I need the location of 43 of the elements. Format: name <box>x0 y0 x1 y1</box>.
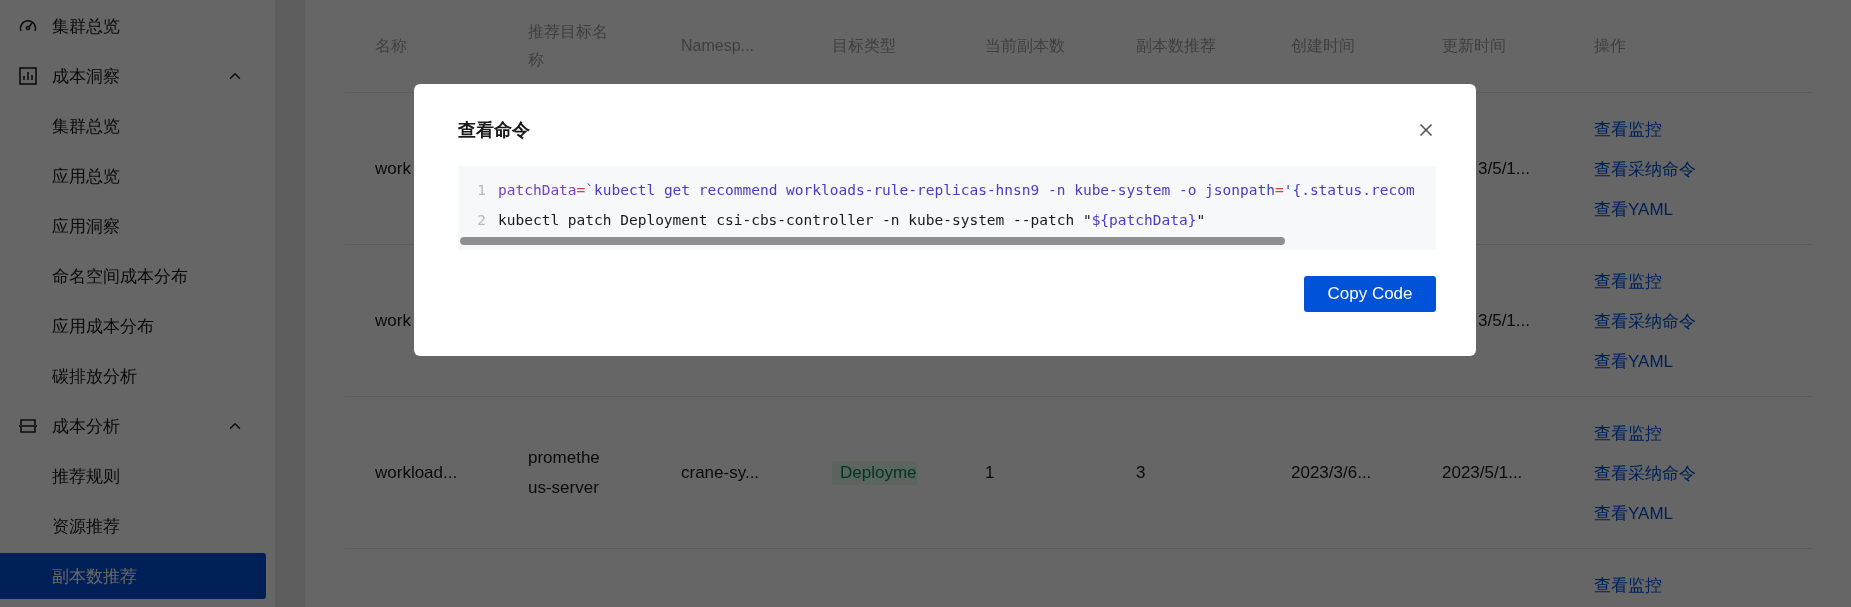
table-cell-text: 2023/3/6... <box>1291 461 1372 484</box>
table-cell-text: 3 <box>1136 461 1146 484</box>
line-number: 1 <box>476 182 487 198</box>
action-link[interactable]: 查看采纳命令 <box>1594 307 1696 336</box>
type-tag: Deployme <box>832 460 917 485</box>
table-cell-text: 2023/5/1... <box>1442 461 1523 484</box>
action-link[interactable]: 查看监控 <box>1594 419 1662 448</box>
sidebar-item[interactable]: 资源推荐 <box>0 503 266 549</box>
table-cell-text: prometheus-server <box>528 446 601 499</box>
scrollbar-thumb[interactable] <box>460 237 1285 245</box>
line-number: 2 <box>476 212 487 228</box>
table-cell-text: 3/5/1... <box>1478 157 1530 180</box>
action-link[interactable]: 查看采纳命令 <box>1594 459 1696 488</box>
bar-chart-icon <box>18 66 38 86</box>
action-link[interactable]: 查看采纳命令 <box>1594 155 1696 184</box>
table-cell-text: work <box>375 157 411 180</box>
action-link[interactable]: 查看YAML <box>1594 499 1674 528</box>
dialog-title: 查看命令 <box>458 119 530 142</box>
sidebar-item[interactable]: 副本数推荐 <box>0 553 266 599</box>
table-cell-text: crane-sy... <box>681 461 760 484</box>
sidebar-item[interactable]: 应用总览 <box>0 153 266 199</box>
server-icon <box>18 416 38 436</box>
action-link[interactable]: 查看监控 <box>1594 571 1662 600</box>
sidebar-item[interactable]: 集群总览 <box>0 103 266 149</box>
action-link[interactable]: 查看监控 <box>1594 115 1662 144</box>
table-cell-text: 3/5/1... <box>1478 309 1530 332</box>
sidebar-item[interactable]: 碳排放分析 <box>0 353 266 399</box>
table-cell-text: workload... <box>375 461 458 484</box>
table-cell-text: 1 <box>985 461 995 484</box>
sidebar-item[interactable]: 命名空间成本分布 <box>0 253 266 299</box>
sidebar-item[interactable]: 成本洞察 <box>0 53 266 99</box>
copy-code-button[interactable]: Copy Code <box>1304 276 1436 312</box>
sidebar-item[interactable]: 应用洞察 <box>0 203 266 249</box>
sidebar-item[interactable]: 集群总览 <box>0 3 266 49</box>
code-line: patchData=`kubectl get recommend workloads-rule-replicas-hnsn9 -n kube-system -o jsonpath='{.status.recom <box>498 182 1415 198</box>
action-link[interactable]: 查看YAML <box>1594 195 1674 224</box>
sidebar-item[interactable]: 应用成本分布 <box>0 303 266 349</box>
code-line: kubectl patch Deployment csi-cbs-controller -n kube-system --patch "${patchData}" <box>498 212 1206 228</box>
table-cell-text: work <box>375 309 411 332</box>
action-link[interactable]: 查看监控 <box>1594 267 1662 296</box>
sidebar-item[interactable]: 成本分析 <box>0 403 266 449</box>
sidebar-item[interactable]: 推荐规则 <box>0 453 266 499</box>
action-link[interactable]: 查看YAML <box>1594 347 1674 376</box>
